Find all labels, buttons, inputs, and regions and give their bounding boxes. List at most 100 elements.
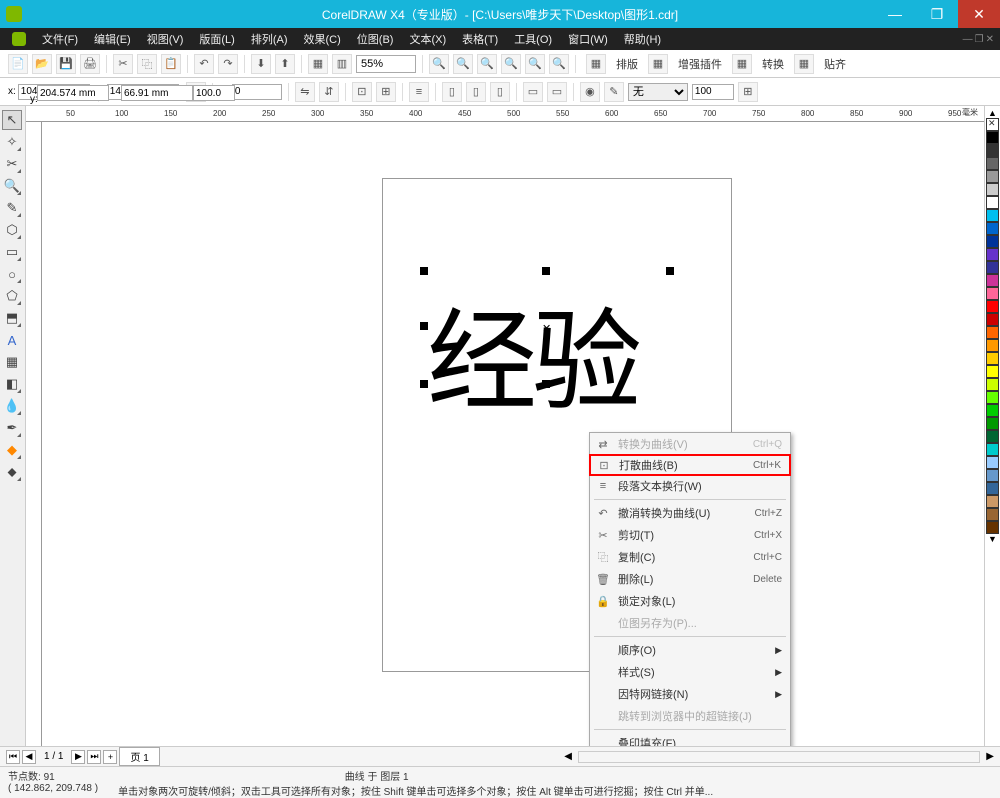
zoom-input[interactable] (356, 55, 416, 73)
palette-down[interactable]: ▼ (986, 534, 999, 544)
page-tab[interactable]: 页 1 (119, 747, 159, 766)
plugin-icon[interactable]: ▦ (648, 54, 668, 74)
color-swatch[interactable] (986, 326, 999, 339)
tb-icon[interactable]: ▥ (332, 54, 352, 74)
align-icon[interactable]: ▯ (466, 82, 486, 102)
shape-tool[interactable]: ✧ (2, 132, 22, 152)
fill-tool[interactable]: ◆ (2, 440, 22, 460)
menu-view[interactable]: 视图(V) (141, 29, 190, 49)
selection-handle[interactable] (542, 380, 550, 388)
ruler-horizontal[interactable]: 毫米 5010015020025030035040045050055060065… (26, 106, 984, 122)
polygon-tool[interactable]: ⬠ (2, 286, 22, 306)
color-swatch[interactable] (986, 131, 999, 144)
color-swatch[interactable] (986, 300, 999, 313)
menu-edit[interactable]: 编辑(E) (88, 29, 137, 49)
menu-effects[interactable]: 效果(C) (298, 29, 347, 49)
color-swatch[interactable] (986, 365, 999, 378)
color-swatch[interactable] (986, 170, 999, 183)
context-menu-item[interactable]: ↶撤消转换为曲线(U)Ctrl+Z (590, 502, 790, 524)
color-swatch[interactable] (986, 339, 999, 352)
color-swatch[interactable] (986, 469, 999, 482)
snap-icon[interactable]: ▦ (794, 54, 814, 74)
color-swatch[interactable] (986, 404, 999, 417)
color-swatch[interactable] (986, 456, 999, 469)
outline-width-input[interactable] (692, 84, 734, 100)
tb-icon[interactable]: ⊞ (738, 82, 758, 102)
outline-select[interactable]: 无 (628, 83, 688, 101)
color-swatch[interactable] (986, 495, 999, 508)
context-menu-item[interactable]: 🔒锁定对象(L) (590, 590, 790, 612)
basic-shapes-tool[interactable]: ⬒ (2, 308, 22, 328)
crop-tool[interactable]: ✂ (2, 154, 22, 174)
selection-handle[interactable] (666, 267, 674, 275)
menu-tools[interactable]: 工具(O) (508, 29, 558, 49)
selection-handle[interactable] (420, 380, 428, 388)
next-page-button[interactable]: ▶ (71, 750, 85, 764)
color-swatch[interactable] (986, 274, 999, 287)
hscrollbar[interactable] (578, 751, 980, 763)
new-button[interactable]: 📄 (8, 54, 28, 74)
context-menu-item[interactable]: 样式(S)▶ (590, 661, 790, 683)
align-icon[interactable]: ▯ (442, 82, 462, 102)
wrap-icon[interactable]: ≡ (409, 82, 429, 102)
color-swatch[interactable] (986, 235, 999, 248)
maximize-button[interactable]: ❐ (916, 0, 958, 28)
canvas[interactable]: 经验 ✕ (42, 122, 984, 746)
first-page-button[interactable]: ⏮ (6, 750, 20, 764)
mdi-close[interactable]: ✕ (986, 34, 994, 45)
last-page-button[interactable]: ⏭ (87, 750, 101, 764)
ellipse-tool[interactable]: ○ (2, 264, 22, 284)
eyedropper-tool[interactable]: 💧 (2, 396, 22, 416)
menu-window[interactable]: 窗口(W) (562, 29, 614, 49)
pick-tool[interactable]: ↖ (2, 110, 22, 130)
context-menu-item[interactable]: ≡段落文本换行(W) (590, 475, 790, 497)
color-swatch[interactable] (986, 352, 999, 365)
layout-label[interactable]: 排版 (614, 56, 640, 72)
y-input[interactable] (37, 85, 109, 101)
zoom-page-icon[interactable]: 🔍 (525, 54, 545, 74)
menu-layout[interactable]: 版面(L) (193, 29, 240, 49)
snap-label[interactable]: 贴齐 (822, 56, 848, 72)
hscroll-right[interactable]: ▶ (986, 751, 994, 762)
undo-button[interactable]: ↶ (194, 54, 214, 74)
color-swatch[interactable] (986, 222, 999, 235)
redo-button[interactable]: ↷ (218, 54, 238, 74)
zoom-in-icon[interactable]: 🔍 (453, 54, 473, 74)
prev-page-button[interactable]: ◀ (22, 750, 36, 764)
outline-icon[interactable]: ◉ (580, 82, 600, 102)
add-page-button[interactable]: + (103, 750, 117, 764)
context-menu-item[interactable]: 顺序(O)▶ (590, 639, 790, 661)
menu-text[interactable]: 文本(X) (403, 29, 452, 49)
open-button[interactable]: 📂 (32, 54, 52, 74)
hscroll-left[interactable]: ◀ (564, 751, 572, 762)
outline-tool[interactable]: ✒ (2, 418, 22, 438)
color-swatch[interactable] (986, 313, 999, 326)
order-icon[interactable]: ▭ (547, 82, 567, 102)
color-swatch[interactable] (986, 521, 999, 534)
align-icon[interactable]: ▯ (490, 82, 510, 102)
convert-label[interactable]: 转换 (760, 56, 786, 72)
freehand-tool[interactable]: ✎ (2, 198, 22, 218)
color-swatch[interactable] (986, 248, 999, 261)
layout-icon[interactable]: ▦ (586, 54, 606, 74)
mdi-minimize[interactable]: — (963, 34, 973, 45)
zoom-tool[interactable]: 🔍 (2, 176, 22, 196)
context-menu-item[interactable]: ⿻复制(C)Ctrl+C (590, 546, 790, 568)
table-tool[interactable]: ▦ (2, 352, 22, 372)
color-swatch[interactable] (986, 144, 999, 157)
import-button[interactable]: ⬇ (251, 54, 271, 74)
h-input[interactable] (121, 85, 193, 101)
color-swatch[interactable] (986, 378, 999, 391)
text-tool[interactable]: A (2, 330, 22, 350)
paste-button[interactable]: 📋 (161, 54, 181, 74)
selection-center[interactable]: ✕ (542, 322, 552, 332)
minimize-button[interactable]: — (874, 0, 916, 28)
context-menu-item[interactable]: 因特网链接(N)▶ (590, 683, 790, 705)
menu-help[interactable]: 帮助(H) (618, 29, 667, 49)
blend-tool[interactable]: ◧ (2, 374, 22, 394)
selection-handle[interactable] (542, 267, 550, 275)
color-swatch[interactable] (986, 183, 999, 196)
palette-up[interactable]: ▲ (986, 108, 999, 118)
zoom-sel-icon[interactable]: 🔍 (549, 54, 569, 74)
mdi-restore[interactable]: ❐ (975, 34, 984, 45)
